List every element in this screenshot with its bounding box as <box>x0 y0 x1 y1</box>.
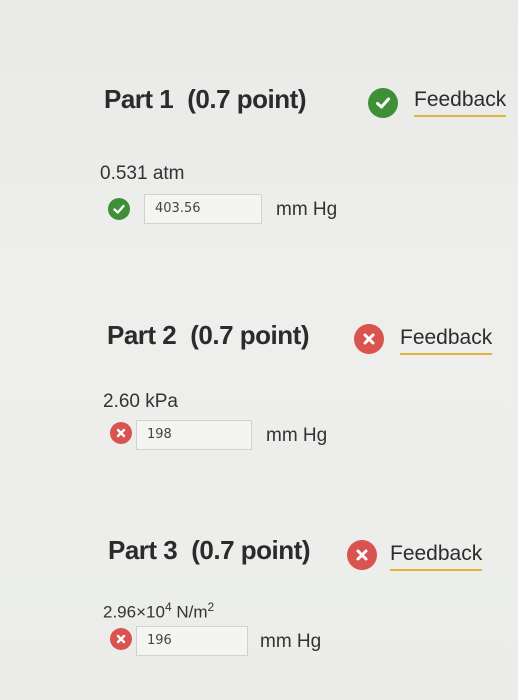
check-circle-icon <box>108 198 130 220</box>
part-3-answer-input[interactable]: 196 <box>136 626 248 656</box>
check-circle-icon <box>368 88 398 118</box>
part-2-title: Part 2 (0.7 point) <box>107 320 309 351</box>
part-1-points: (0.7 point) <box>187 84 306 114</box>
part-2-given-value: 2.60 kPa <box>103 391 178 412</box>
x-circle-icon <box>110 628 132 650</box>
part-3-points: (0.7 point) <box>191 535 310 565</box>
x-circle-icon <box>354 324 384 354</box>
x-circle-icon <box>110 422 132 444</box>
part-1-feedback-link[interactable]: Feedback <box>414 88 507 117</box>
part-3-title: Part 3 (0.7 point) <box>108 535 310 566</box>
part-2-points: (0.7 point) <box>190 320 309 350</box>
part-1-label: Part 1 <box>104 84 174 114</box>
part-3-given-unit: N/m <box>171 602 208 622</box>
part-3-given-unit-exponent: 2 <box>207 600 215 614</box>
part-3-unit: mm Hg <box>260 631 322 652</box>
part-1-answer-input[interactable]: 403.56 <box>144 194 262 224</box>
x-circle-icon <box>347 540 377 570</box>
part-1-title: Part 1 (0.7 point) <box>104 84 306 115</box>
part-3-feedback-link[interactable]: Feedback <box>390 542 483 571</box>
part-3-given-value: 2.96×104 N/m2 <box>103 600 214 623</box>
part-3-given-mantissa: 2.96×10 <box>103 602 165 622</box>
part-2-answer-input[interactable]: 198 <box>136 420 252 450</box>
part-3-label: Part 3 <box>108 535 178 565</box>
part-3-given-exponent: 4 <box>164 600 172 614</box>
part-2-unit: mm Hg <box>266 425 328 446</box>
part-1-given-value: 0.531 atm <box>100 163 185 184</box>
part-2-label: Part 2 <box>107 320 177 350</box>
part-1-unit: mm Hg <box>276 199 338 220</box>
part-2-feedback-link[interactable]: Feedback <box>400 326 493 355</box>
